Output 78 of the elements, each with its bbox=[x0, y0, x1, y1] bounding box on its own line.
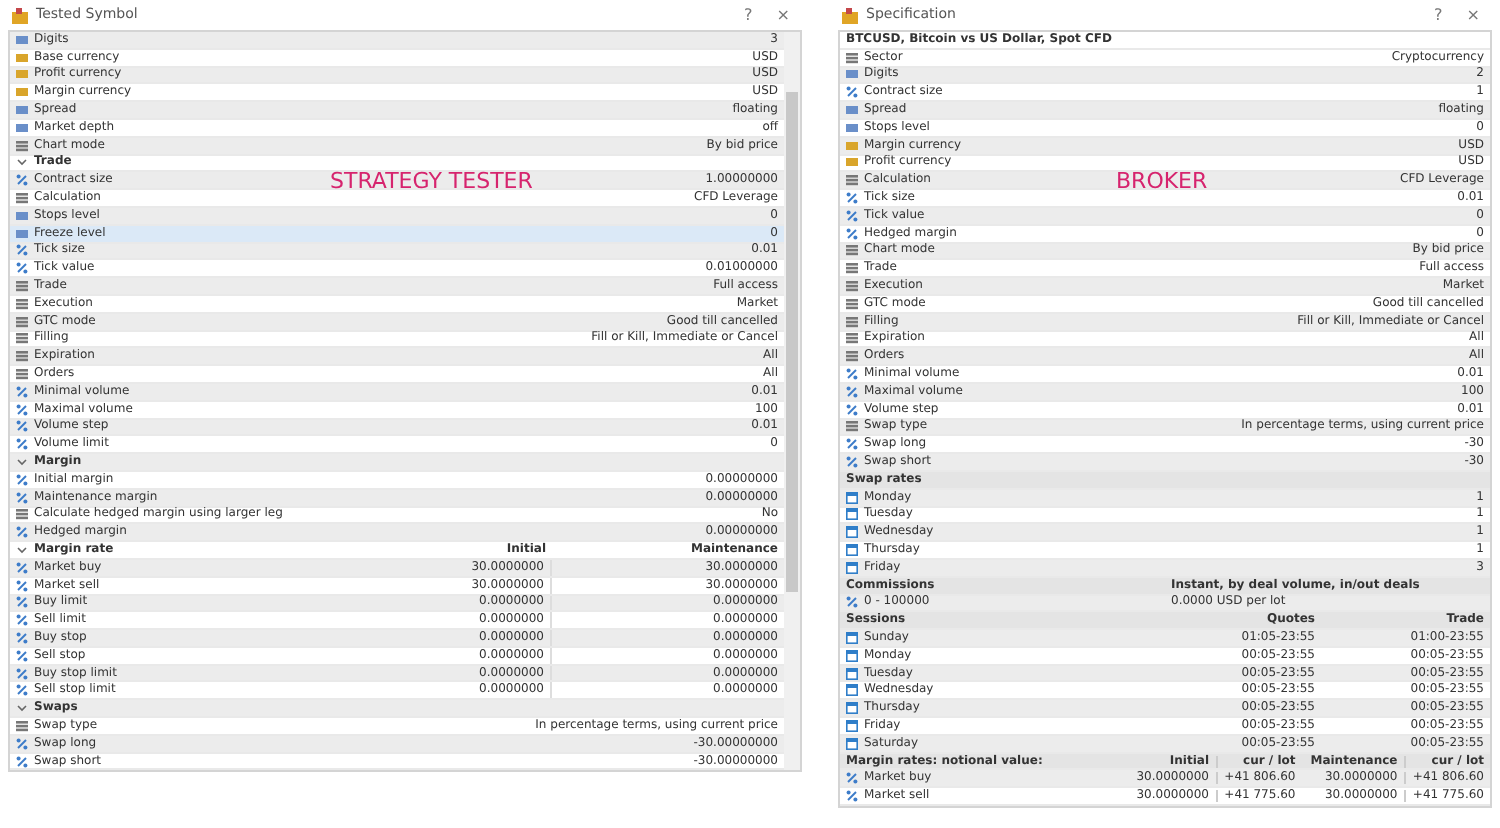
percent-icon bbox=[846, 790, 858, 803]
number-icon bbox=[16, 33, 28, 46]
percent-icon bbox=[16, 385, 28, 398]
percent-icon bbox=[16, 561, 28, 574]
list-icon bbox=[16, 719, 28, 732]
percent-icon bbox=[846, 772, 858, 785]
close-button[interactable]: × bbox=[1458, 7, 1488, 23]
app-icon bbox=[842, 7, 858, 23]
calendar-icon bbox=[846, 719, 858, 732]
list-icon bbox=[16, 139, 28, 152]
help-button[interactable]: ? bbox=[736, 7, 761, 23]
percent-icon bbox=[16, 649, 28, 662]
percent-icon bbox=[16, 174, 28, 187]
percent-icon bbox=[846, 86, 858, 99]
list-icon bbox=[16, 332, 28, 345]
percent-icon bbox=[16, 420, 28, 433]
percent-icon bbox=[16, 244, 28, 257]
percent-icon bbox=[16, 403, 28, 416]
percent-icon bbox=[16, 262, 28, 275]
percent-icon bbox=[16, 755, 28, 768]
list-icon bbox=[846, 420, 858, 433]
number-icon bbox=[846, 68, 858, 81]
percent-icon bbox=[16, 667, 28, 680]
percent-icon bbox=[846, 368, 858, 381]
percent-icon bbox=[16, 579, 28, 592]
app-icon bbox=[12, 7, 28, 23]
percent-icon bbox=[16, 737, 28, 750]
calendar-icon bbox=[846, 649, 858, 662]
list-icon bbox=[846, 332, 858, 345]
calendar-icon bbox=[846, 667, 858, 680]
calendar-icon bbox=[846, 631, 858, 644]
percent-icon bbox=[16, 614, 28, 627]
list-icon bbox=[846, 297, 858, 310]
percent-icon bbox=[846, 456, 858, 469]
percent-icon bbox=[846, 227, 858, 240]
help-button[interactable]: ? bbox=[1426, 7, 1451, 23]
calendar-icon bbox=[846, 684, 858, 697]
list-icon bbox=[846, 174, 858, 187]
calendar-icon bbox=[846, 561, 858, 574]
list-icon bbox=[16, 315, 28, 328]
list-icon bbox=[16, 297, 28, 310]
percent-icon bbox=[846, 192, 858, 205]
percent-icon bbox=[846, 385, 858, 398]
list-icon bbox=[16, 508, 28, 521]
list-icon bbox=[16, 350, 28, 363]
calendar-icon bbox=[846, 491, 858, 504]
calendar-icon bbox=[846, 508, 858, 521]
chevron-down-icon[interactable] bbox=[16, 702, 28, 715]
calendar-icon bbox=[846, 702, 858, 715]
list-icon bbox=[16, 280, 28, 293]
percent-icon bbox=[16, 684, 28, 697]
percent-icon bbox=[16, 631, 28, 644]
calendar-icon bbox=[846, 737, 858, 750]
chevron-down-icon[interactable] bbox=[16, 156, 28, 169]
annotation-label: BROKER bbox=[1116, 166, 1208, 198]
list-icon bbox=[16, 192, 28, 205]
list-icon bbox=[846, 51, 858, 64]
scrollbar[interactable] bbox=[784, 32, 800, 771]
list-icon bbox=[846, 350, 858, 363]
percent-icon bbox=[16, 438, 28, 451]
list-icon bbox=[846, 244, 858, 257]
percent-icon bbox=[16, 596, 28, 609]
percent-icon bbox=[846, 596, 858, 609]
list-icon bbox=[846, 315, 858, 328]
percent-icon bbox=[846, 438, 858, 451]
percent-icon bbox=[16, 526, 28, 539]
list-icon bbox=[16, 368, 28, 381]
close-button[interactable]: × bbox=[768, 7, 798, 23]
percent-icon bbox=[846, 403, 858, 416]
chevron-down-icon[interactable] bbox=[16, 456, 28, 469]
calendar-icon bbox=[846, 526, 858, 539]
list-icon bbox=[846, 280, 858, 293]
percent-icon bbox=[16, 491, 28, 504]
percent-icon bbox=[16, 473, 28, 486]
calendar-icon bbox=[846, 544, 858, 556]
chevron-down-icon[interactable] bbox=[16, 544, 28, 556]
list-icon bbox=[846, 262, 858, 275]
percent-icon bbox=[846, 209, 858, 222]
